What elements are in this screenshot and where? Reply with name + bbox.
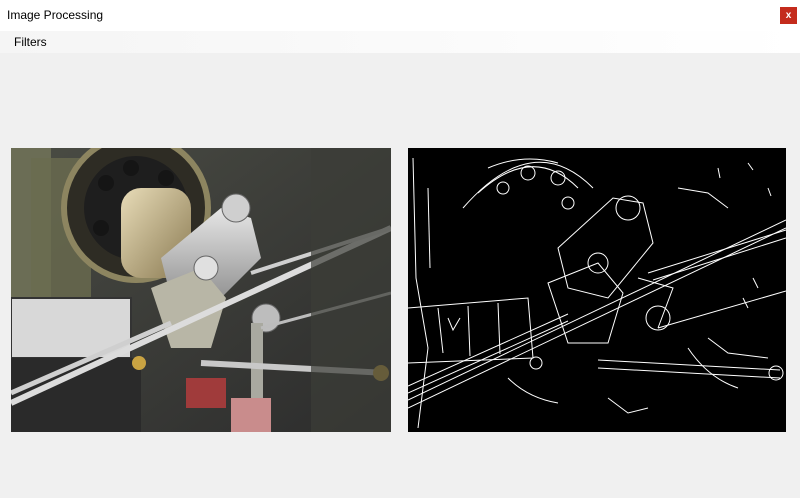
window-title: Image Processing (7, 8, 104, 22)
title-bar: Image Processing x (0, 0, 800, 31)
original-image (11, 148, 391, 432)
menu-filters[interactable]: Filters (14, 35, 47, 49)
close-button[interactable]: x (780, 7, 797, 24)
menu-bar: Filters (0, 31, 800, 53)
close-icon: x (785, 10, 792, 21)
processed-image (408, 148, 786, 432)
